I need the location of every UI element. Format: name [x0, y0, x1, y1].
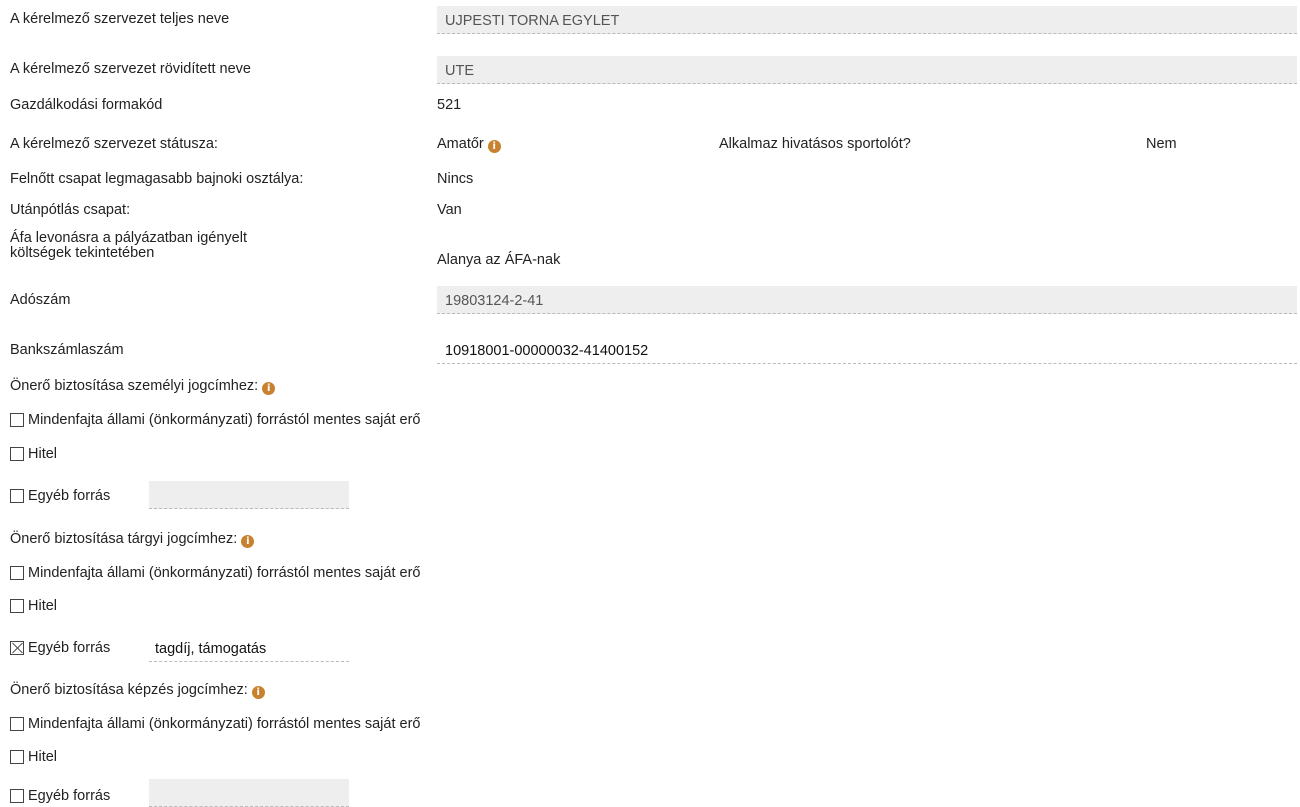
checkbox[interactable] — [10, 789, 24, 803]
checkbox[interactable] — [10, 750, 24, 764]
youth-team-label: Utánpótlás csapat: — [10, 202, 131, 218]
option-other-source[interactable]: Egyéb forrás — [10, 788, 110, 804]
option-own-funds[interactable]: Mindenfajta állami (önkormányzati) forrá… — [10, 565, 420, 581]
econ-code-value: 521 — [437, 97, 462, 113]
section-personal-title-wrap: Önerő biztosítása személyi jogcímhez: i — [10, 377, 276, 395]
checkbox[interactable] — [10, 599, 24, 613]
option-own-funds[interactable]: Mindenfajta állami (önkormányzati) forrá… — [10, 412, 420, 428]
info-icon[interactable]: i — [487, 140, 501, 153]
adult-team-label: Felnőtt csapat legmagasabb bajnoki osztá… — [10, 171, 304, 187]
option-other-source[interactable]: Egyéb forrás — [10, 488, 110, 504]
option-own-funds[interactable]: Mindenfajta állami (önkormányzati) forrá… — [10, 716, 420, 732]
vat-label: Áfa levonásra a pályázatban igényelt köl… — [10, 231, 247, 261]
other-source-input[interactable] — [149, 779, 349, 807]
option-loan-label: Hitel — [28, 598, 58, 614]
option-own-funds-label: Mindenfajta állami (önkormányzati) forrá… — [28, 412, 421, 428]
option-own-funds-label: Mindenfajta állami (önkormányzati) forrá… — [28, 716, 421, 732]
bank-account-field[interactable]: 10918001-00000032-41400152 — [437, 336, 1297, 364]
status-value: Amatőr — [437, 136, 484, 152]
info-icon[interactable]: i — [251, 686, 265, 699]
youth-team-value: Van — [437, 202, 462, 218]
option-other-source-label: Egyéb forrás — [28, 488, 111, 504]
econ-code-label: Gazdálkodási formakód — [10, 97, 163, 113]
full-name-label: A kérelmező szervezet teljes neve — [10, 11, 230, 27]
checkbox[interactable] — [10, 447, 24, 461]
pro-athlete-value: Nem — [1146, 136, 1177, 152]
checkbox[interactable] — [10, 717, 24, 731]
adult-team-value: Nincs — [437, 171, 474, 187]
option-loan-label: Hitel — [28, 446, 58, 462]
status-value-wrap: Amatőr i — [437, 135, 501, 153]
option-other-source-label: Egyéb forrás — [28, 788, 111, 804]
checkbox[interactable] — [10, 641, 24, 655]
option-loan[interactable]: Hitel — [10, 749, 57, 765]
other-source-input[interactable]: tagdíj, támogatás — [149, 634, 349, 662]
vat-label-line1: Áfa levonásra a pályázatban igényelt — [10, 230, 247, 246]
option-own-funds-label: Mindenfajta állami (önkormányzati) forrá… — [28, 565, 421, 581]
info-icon[interactable]: i — [241, 535, 255, 548]
full-name-field[interactable]: UJPESTI TORNA EGYLET — [437, 6, 1297, 34]
section-training-title: Önerő biztosítása képzés jogcímhez: — [10, 682, 248, 698]
option-loan[interactable]: Hitel — [10, 446, 57, 462]
option-other-source-label: Egyéb forrás — [28, 640, 111, 656]
short-name-field[interactable]: UTE — [437, 56, 1297, 84]
bank-account-label: Bankszámlaszám — [10, 342, 124, 358]
pro-athlete-label: Alkalmaz hivatásos sportolót? — [719, 136, 911, 152]
section-material-title: Önerő biztosítása tárgyi jogcímhez: — [10, 531, 238, 547]
tax-number-label: Adószám — [10, 292, 71, 308]
section-material-title-wrap: Önerő biztosítása tárgyi jogcímhez: i — [10, 530, 255, 548]
info-icon[interactable]: i — [262, 382, 276, 395]
tax-number-field[interactable]: 19803124-2-41 — [437, 286, 1297, 314]
vat-value: Alanya az ÁFA-nak — [437, 252, 561, 268]
option-loan-label: Hitel — [28, 749, 58, 765]
checkbox[interactable] — [10, 413, 24, 427]
short-name-label: A kérelmező szervezet rövidített neve — [10, 61, 251, 77]
option-other-source[interactable]: Egyéb forrás — [10, 640, 110, 656]
checkbox[interactable] — [10, 489, 24, 503]
other-source-input[interactable] — [149, 481, 349, 509]
section-personal-title: Önerő biztosítása személyi jogcímhez: — [10, 378, 259, 394]
section-training-title-wrap: Önerő biztosítása képzés jogcímhez: i — [10, 681, 265, 699]
vat-label-line2: költségek tekintetében — [10, 245, 155, 261]
checkbox[interactable] — [10, 566, 24, 580]
option-loan[interactable]: Hitel — [10, 598, 57, 614]
status-label: A kérelmező szervezet státusza: — [10, 136, 218, 152]
